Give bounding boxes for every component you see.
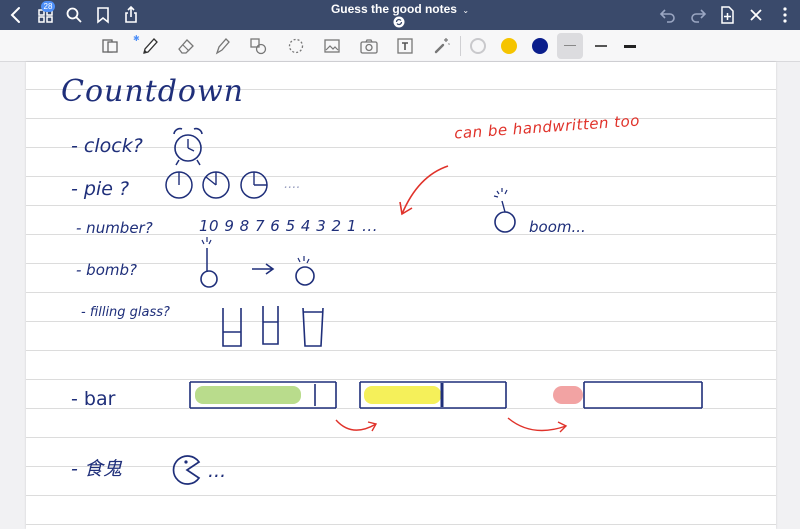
undo-icon[interactable] [658, 5, 678, 25]
pie-timer-sketches [165, 171, 268, 199]
item-pacman-label: - 食鬼 [71, 458, 122, 480]
share-icon[interactable] [121, 5, 141, 25]
stroke-width-thick-button[interactable] [617, 33, 643, 59]
bar-transition-arrow-1 [335, 419, 378, 432]
item-number-label: - number? [76, 219, 153, 237]
document-title-text: Guess the good notes [330, 2, 457, 16]
item-bar-label: - bar [71, 388, 116, 410]
pacman-sketch [172, 455, 201, 485]
progress-bar-1 [188, 380, 338, 410]
countdown-digits: 10 9 8 7 6 5 4 3 2 1 ... [199, 217, 378, 235]
highlighter-tool-icon[interactable] [212, 36, 232, 56]
bomb-sequence-sketch [200, 237, 315, 288]
small-bomb-sketch [493, 188, 516, 233]
item-bomb-label: - bomb? [76, 261, 137, 279]
toolbar-divider [460, 36, 461, 56]
color-swatch-navy[interactable] [532, 38, 548, 54]
search-icon[interactable] [64, 5, 84, 25]
color-swatch-yellow[interactable] [501, 38, 517, 54]
stroke-width-medium-button[interactable] [588, 33, 614, 59]
stroke-width-fine-button[interactable] [557, 33, 583, 59]
more-options-icon[interactable] [775, 5, 795, 25]
bookmark-icon[interactable] [93, 5, 113, 25]
bluetooth-icon: ✱ [133, 34, 140, 43]
annotation-arrow [399, 165, 449, 216]
filling-glass-sketches [222, 306, 324, 347]
item-pie-label: - pie ? [71, 178, 130, 200]
pie-ellipsis: .... [284, 177, 301, 192]
top-navigation-bar: 28 Guess the good notes ⌄ [0, 0, 800, 30]
shapes-tool-icon[interactable] [248, 36, 268, 56]
note-heading: Countdown [61, 74, 244, 109]
title-dropdown-chevron-icon: ⌄ [462, 6, 470, 15]
lasso-tool-icon[interactable] [286, 36, 306, 56]
note-page-canvas[interactable]: Countdown can be handwritten too - clock… [26, 62, 776, 529]
item-clock-label: - clock? [71, 135, 143, 157]
redo-icon[interactable] [688, 5, 708, 25]
pacman-ellipsis: ... [208, 460, 227, 482]
progress-bar-3 [548, 380, 704, 410]
drawing-toolbar: ✱ [0, 30, 800, 62]
boom-text: boom... [529, 218, 586, 236]
reading-mode-icon[interactable] [100, 36, 120, 56]
progress-bar-2 [358, 380, 508, 410]
notes-count-badge: 28 [41, 1, 55, 12]
bar-transition-arrow-2 [507, 417, 568, 433]
back-chevron-icon[interactable] [6, 5, 26, 25]
image-tool-icon[interactable] [322, 36, 342, 56]
add-page-icon[interactable] [717, 5, 737, 25]
elements-tool-icon[interactable] [432, 36, 452, 56]
color-swatch-white[interactable] [470, 38, 486, 54]
eraser-tool-icon[interactable] [176, 36, 196, 56]
item-filling-glass-label: - filling glass? [81, 305, 170, 320]
pen-tool-icon[interactable] [140, 36, 160, 56]
sync-status-icon [392, 15, 406, 29]
camera-tool-icon[interactable] [359, 36, 379, 56]
text-tool-icon[interactable] [395, 36, 415, 56]
alarm-clock-sketch [173, 127, 203, 166]
handwritten-annotation: can be handwritten too [453, 111, 641, 143]
close-editor-icon[interactable] [746, 5, 766, 25]
